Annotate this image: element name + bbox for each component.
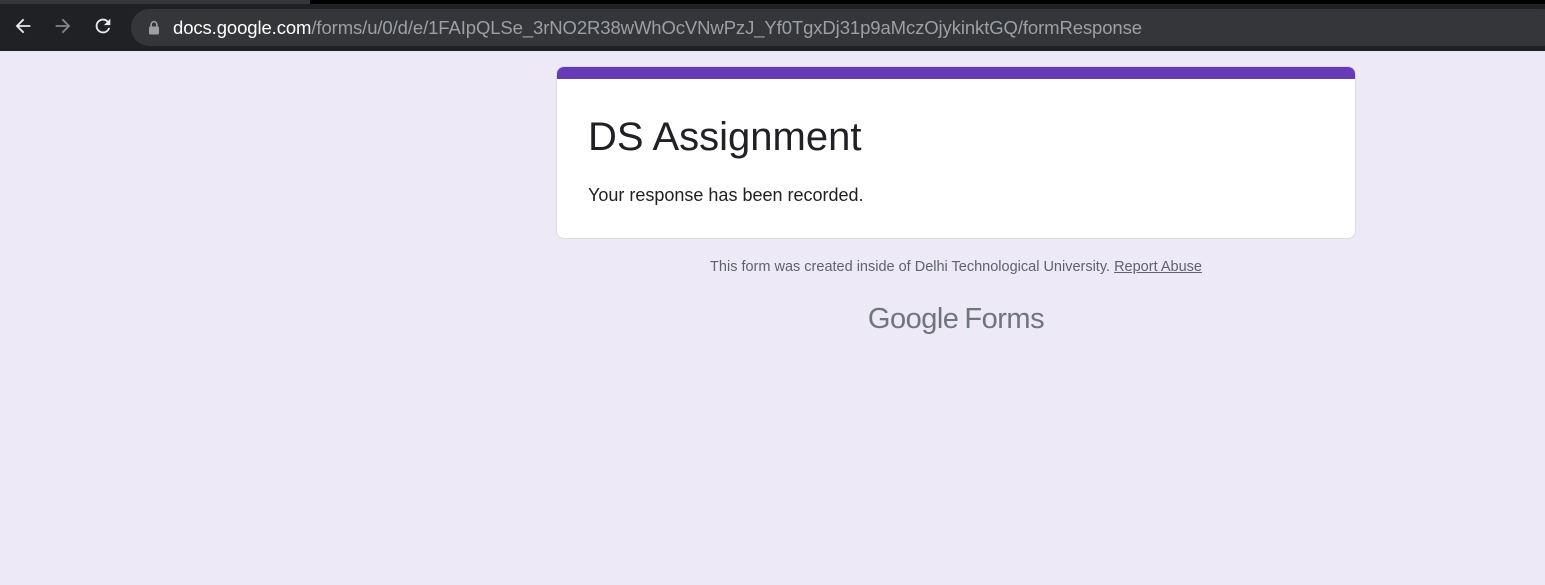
browser-toolbar: docs.google.com/forms/u/0/d/e/1FAIpQLSe_… [0, 0, 1545, 51]
confirmation-message: Your response has been recorded. [588, 185, 864, 205]
form-accent-bar [557, 67, 1355, 79]
url-path: /forms/u/0/d/e/1FAIpQLSe_3rNO2R38wWhOcVN… [311, 17, 1142, 38]
url-host: docs.google.com [173, 17, 312, 38]
report-abuse-link[interactable]: Report Abuse [1114, 259, 1202, 275]
tab-strip [310, 0, 1545, 4]
forward-button[interactable] [49, 12, 77, 40]
back-arrow-icon [15, 18, 31, 34]
lock-icon[interactable] [147, 20, 161, 35]
url-text[interactable]: docs.google.com/forms/u/0/d/e/1FAIpQLSe_… [173, 17, 1142, 39]
forms-wordmark: Forms [964, 303, 1045, 335]
form-response-card: DS Assignment Your response has been rec… [556, 66, 1356, 239]
reload-icon [95, 18, 111, 34]
address-bar[interactable]: docs.google.com/forms/u/0/d/e/1FAIpQLSe_… [131, 9, 1545, 46]
forward-arrow-icon [55, 18, 71, 34]
active-tab-edge [0, 0, 310, 4]
google-wordmark: Google [867, 303, 959, 335]
footer-note-text: This form was created inside of Delhi Te… [710, 259, 1111, 275]
form-title: DS Assignment [588, 115, 862, 159]
form-footer-note: This form was created inside of Delhi Te… [556, 259, 1356, 275]
google-forms-logo[interactable]: Google Forms [556, 303, 1356, 336]
back-button[interactable] [9, 12, 37, 40]
reload-button[interactable] [89, 12, 117, 40]
